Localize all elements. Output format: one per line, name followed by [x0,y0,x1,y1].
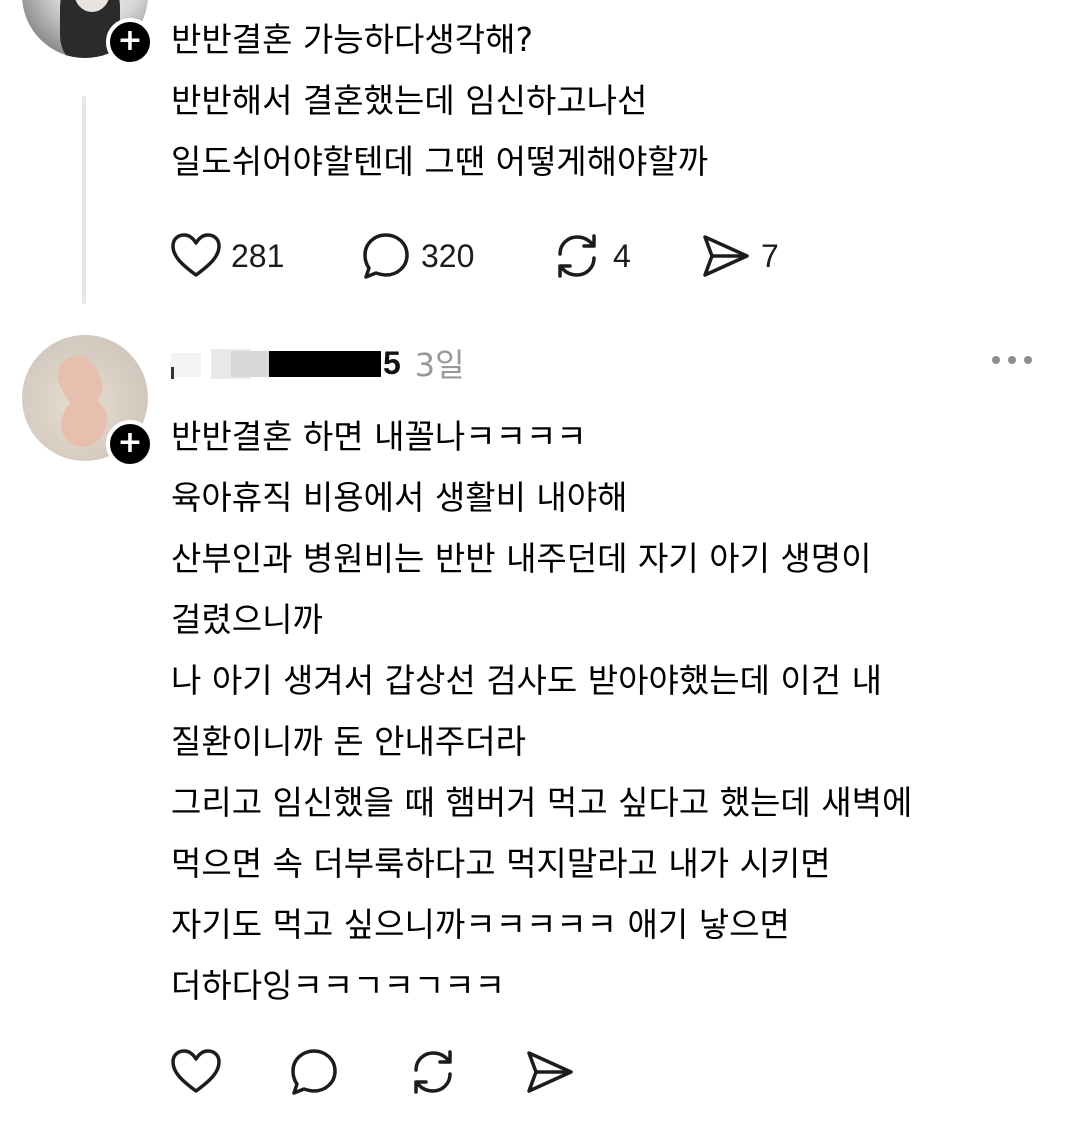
redaction-block [269,351,381,377]
post-text-line: 반반결혼 하면 내꼴나ㅋㅋㅋㅋ [171,417,587,456]
follow-plus-icon[interactable]: + [106,420,154,468]
thread-post: + 반반결혼 가능하다생각해? 반반해서 결혼했는데 임신하고나선 일도쉬어야할… [0,0,1080,320]
comment-icon [363,233,409,279]
repost-button[interactable]: 4 [551,230,701,282]
post-text-line: 더하다잉ㅋㅋㄱㅋㄱㅋㅋ [171,966,505,1005]
post-action-bar: 281 320 4 7 [171,231,779,281]
post-text-line: 반반해서 결혼했는데 임신하고나선 [171,81,648,120]
share-button[interactable] [525,1049,575,1095]
post-text-line: 산부인과 병원비는 반반 내주던데 자기 아기 생명이 [171,539,872,578]
post-text-line: 일도쉬어야할텐데 그땐 어떻게해야할까 [171,142,709,181]
avatar-image-detail [54,390,114,454]
post-action-bar [171,1047,575,1097]
reply-button[interactable]: 320 [361,231,551,281]
reply-button[interactable] [289,1047,407,1097]
post-text-line: 육아휴직 비용에서 생활비 내야해 [171,478,628,517]
post-text-line: 걸렸으니까 [171,600,323,639]
post-text-line: 그리고 임신했을 때 햄버거 먹고 싶다고 했는데 새벽에 [171,783,913,822]
repost-icon [558,234,596,278]
like-button[interactable] [171,1049,289,1095]
more-icon[interactable] [992,350,1032,370]
share-button[interactable]: 7 [701,233,779,279]
comment-icon [291,1049,337,1095]
send-icon [703,235,749,277]
redaction-block [231,351,271,377]
post-body: 반반결혼 가능하다생각해? 반반해서 결혼했는데 임신하고나선 일도쉬어야할텐데… [171,9,708,192]
post-body: 반반결혼 하면 내꼴나ㅋㅋㅋㅋ 육아휴직 비용에서 생활비 내야해 산부인과 병… [171,406,912,1016]
follow-plus-icon[interactable]: + [106,18,154,66]
more-dot [992,356,1000,364]
redaction-block [171,353,201,377]
reply-count: 320 [421,237,475,274]
post-timestamp: 3일 [414,346,465,384]
post-text-line: 나 아기 생겨서 갑상선 검사도 받아야했는데 이건 내 [171,661,882,700]
repost-button[interactable] [407,1046,525,1098]
redaction-mark [171,367,174,379]
like-count: 281 [231,237,285,274]
thread-connector-line [82,96,86,304]
like-button[interactable]: 281 [171,233,361,279]
post-text-line: 반반결혼 가능하다생각해? [171,20,533,59]
more-dot [1008,356,1016,364]
repost-icon [414,1050,452,1094]
post-text-line: 질환이니까 돈 안내주더라 [171,722,526,761]
share-count: 7 [761,237,779,274]
post-text-line: 자기도 먹고 싶으니까ㅋㅋㅋㅋㅋ 애기 낳으면 [171,905,790,944]
heart-icon [171,1049,221,1093]
more-dot [1024,356,1032,364]
post-header: 5 3일 [171,338,465,388]
repost-count: 4 [613,237,631,274]
username-suffix[interactable]: 5 [383,345,401,382]
post-text-line: 먹으면 속 더부룩하다고 먹지말라고 내가 시키면 [171,844,831,883]
send-icon [527,1051,573,1093]
heart-icon [171,233,221,277]
redacted-username[interactable] [171,345,381,381]
thread-post: + 5 3일 반반결혼 하면 내꼴나ㅋㅋㅋㅋ 육아휴직 비용에서 생활비 내야해… [0,320,1080,1130]
